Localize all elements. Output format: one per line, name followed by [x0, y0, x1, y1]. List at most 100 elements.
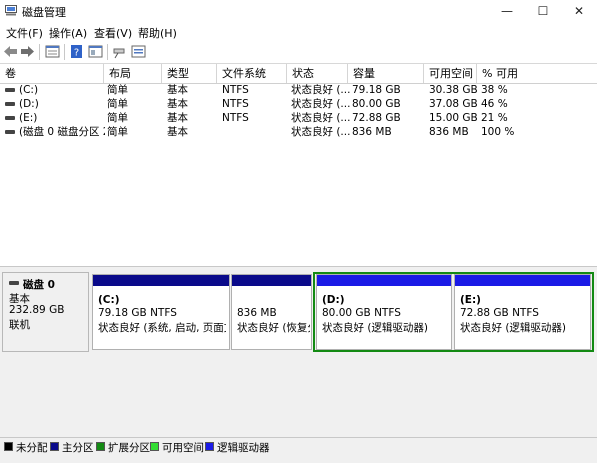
volume-layout: 简单: [107, 98, 128, 110]
volume-status: 状态良好 (...: [291, 112, 351, 124]
column-header-percent-free[interactable]: % 可用: [477, 64, 597, 83]
legend-swatch-unallocated: [4, 442, 13, 451]
minimize-button[interactable]: —: [489, 0, 525, 22]
volume-list-header: 卷 布局 类型 文件系统 状态 容量 可用空间 % 可用: [0, 64, 597, 84]
partition-recovery[interactable]: 836 MB 状态良好 (恢复分: [231, 274, 312, 350]
partition-status: 状态良好 (恢复分: [237, 322, 310, 334]
volume-capacity: 72.88 GB: [352, 112, 401, 124]
volume-filesystem: NTFS: [222, 84, 249, 96]
volume-status: 状态良好 (...: [291, 84, 351, 96]
legend: 未分配 主分区 扩展分区 可用空间 逻辑驱动器: [0, 437, 597, 456]
partition-size: 836 MB: [237, 307, 277, 319]
volume-percent-free: 38 %: [481, 84, 508, 96]
legend-swatch-logical-drive: [205, 442, 214, 451]
menu-view[interactable]: 查看(V): [94, 25, 132, 41]
column-header-capacity[interactable]: 容量: [348, 64, 424, 83]
toolbar-separator: [64, 44, 65, 60]
disk-size: 232.89 GB: [9, 304, 65, 316]
legend-label-logical-drive: 逻辑驱动器: [217, 442, 270, 454]
volume-capacity: 79.18 GB: [352, 84, 401, 96]
menu-bar: 文件(F) 操作(A) 查看(V) 帮助(H): [0, 22, 597, 41]
partition-size: 72.88 GB NTFS: [460, 307, 539, 319]
partition-d[interactable]: (D:) 80.00 GB NTFS 状态良好 (逻辑驱动器): [316, 274, 452, 350]
volume-name: (磁盘 0 磁盘分区 2): [19, 126, 105, 138]
partition-label: (D:): [322, 294, 345, 306]
volume-free-space: 836 MB: [429, 126, 469, 138]
logical-drive-bar: [455, 275, 590, 286]
volume-status: 状态良好 (...: [291, 126, 351, 138]
table-row[interactable]: (D:) 简单 基本 NTFS 状态良好 (... 80.00 GB 37.08…: [0, 97, 597, 111]
table-row[interactable]: (磁盘 0 磁盘分区 2) 简单 基本 状态良好 (... 836 MB 836…: [0, 125, 597, 139]
disk-graphical-view: 磁盘 0 基本 232.89 GB 联机 (C:) 79.18 GB NTFS …: [0, 272, 597, 437]
volume-free-space: 30.38 GB: [429, 84, 478, 96]
disk-management-app-icon: [5, 5, 17, 16]
volume-filesystem: NTFS: [222, 112, 249, 124]
maximize-button[interactable]: ☐: [525, 0, 561, 22]
status-bar: [0, 455, 597, 463]
legend-swatch-extended: [96, 442, 105, 451]
column-header-volume[interactable]: 卷: [0, 64, 104, 83]
column-header-type[interactable]: 类型: [162, 64, 217, 83]
partition-size: 79.18 GB NTFS: [98, 307, 177, 319]
primary-partition-bar: [93, 275, 229, 286]
volume-free-space: 15.00 GB: [429, 112, 478, 124]
toolbar-separator: [39, 44, 40, 60]
volume-layout: 简单: [107, 84, 128, 96]
volume-list: 卷 布局 类型 文件系统 状态 容量 可用空间 % 可用 (C:) 简单 基本 …: [0, 64, 597, 266]
back-icon[interactable]: [3, 44, 18, 59]
primary-partition-bar: [232, 275, 311, 286]
drive-icon: [5, 88, 15, 92]
volume-type: 基本: [167, 126, 188, 138]
column-header-status[interactable]: 状态: [287, 64, 348, 83]
disk-state: 联机: [9, 319, 30, 331]
svg-text:?: ?: [74, 48, 79, 59]
volume-capacity: 836 MB: [352, 126, 392, 138]
column-header-free-space[interactable]: 可用空间: [424, 64, 477, 83]
partition-status: 状态良好 (逻辑驱动器): [460, 322, 567, 334]
partition-label: (E:): [460, 294, 481, 306]
forward-icon[interactable]: [20, 44, 35, 59]
partition-size: 80.00 GB NTFS: [322, 307, 401, 319]
volume-filesystem: NTFS: [222, 98, 249, 110]
volume-type: 基本: [167, 98, 188, 110]
volume-percent-free: 21 %: [481, 112, 508, 124]
partition-e[interactable]: (E:) 72.88 GB NTFS 状态良好 (逻辑驱动器): [454, 274, 591, 350]
volume-name: (D:): [19, 98, 39, 110]
volume-name: (C:): [19, 84, 39, 96]
legend-label-extended: 扩展分区: [108, 442, 150, 454]
drive-icon: [5, 102, 15, 106]
legend-label-free-space: 可用空间: [162, 442, 204, 454]
title-bar: 磁盘管理 — ☐ ✕: [0, 0, 597, 22]
volume-type: 基本: [167, 84, 188, 96]
volume-free-space: 37.08 GB: [429, 98, 478, 110]
menu-help[interactable]: 帮助(H): [138, 25, 177, 41]
volume-list-icon[interactable]: [45, 44, 60, 59]
disk-name: 磁盘 0: [23, 279, 55, 291]
disk-0-label[interactable]: 磁盘 0 基本 232.89 GB 联机: [2, 272, 89, 352]
rescan-icon[interactable]: [112, 44, 127, 59]
table-row[interactable]: (C:) 简单 基本 NTFS 状态良好 (... 79.18 GB 30.38…: [0, 83, 597, 97]
volume-percent-free: 100 %: [481, 126, 515, 138]
help-icon[interactable]: ?: [69, 44, 84, 59]
partition-status: 状态良好 (系统, 启动, 页面文件: [98, 322, 226, 334]
legend-swatch-free-space: [150, 442, 159, 451]
close-button[interactable]: ✕: [561, 0, 597, 22]
volume-type: 基本: [167, 112, 188, 124]
volume-capacity: 80.00 GB: [352, 98, 401, 110]
legend-swatch-primary: [50, 442, 59, 451]
partition-c[interactable]: (C:) 79.18 GB NTFS 状态良好 (系统, 启动, 页面文件: [92, 274, 230, 350]
table-row[interactable]: (E:) 简单 基本 NTFS 状态良好 (... 72.88 GB 15.00…: [0, 111, 597, 125]
properties-icon[interactable]: [88, 44, 103, 59]
drive-icon: [5, 116, 15, 120]
column-header-filesystem[interactable]: 文件系统: [217, 64, 287, 83]
menu-file[interactable]: 文件(F): [6, 25, 43, 41]
volume-percent-free: 46 %: [481, 98, 508, 110]
menu-action[interactable]: 操作(A): [49, 25, 87, 41]
logical-drive-bar: [317, 275, 451, 286]
volume-status: 状态良好 (...: [291, 98, 351, 110]
legend-label-unallocated: 未分配: [16, 442, 48, 454]
window-title: 磁盘管理: [22, 6, 66, 19]
column-header-layout[interactable]: 布局: [104, 64, 162, 83]
toolbar: ?: [0, 41, 597, 64]
settings-icon[interactable]: [131, 44, 146, 59]
